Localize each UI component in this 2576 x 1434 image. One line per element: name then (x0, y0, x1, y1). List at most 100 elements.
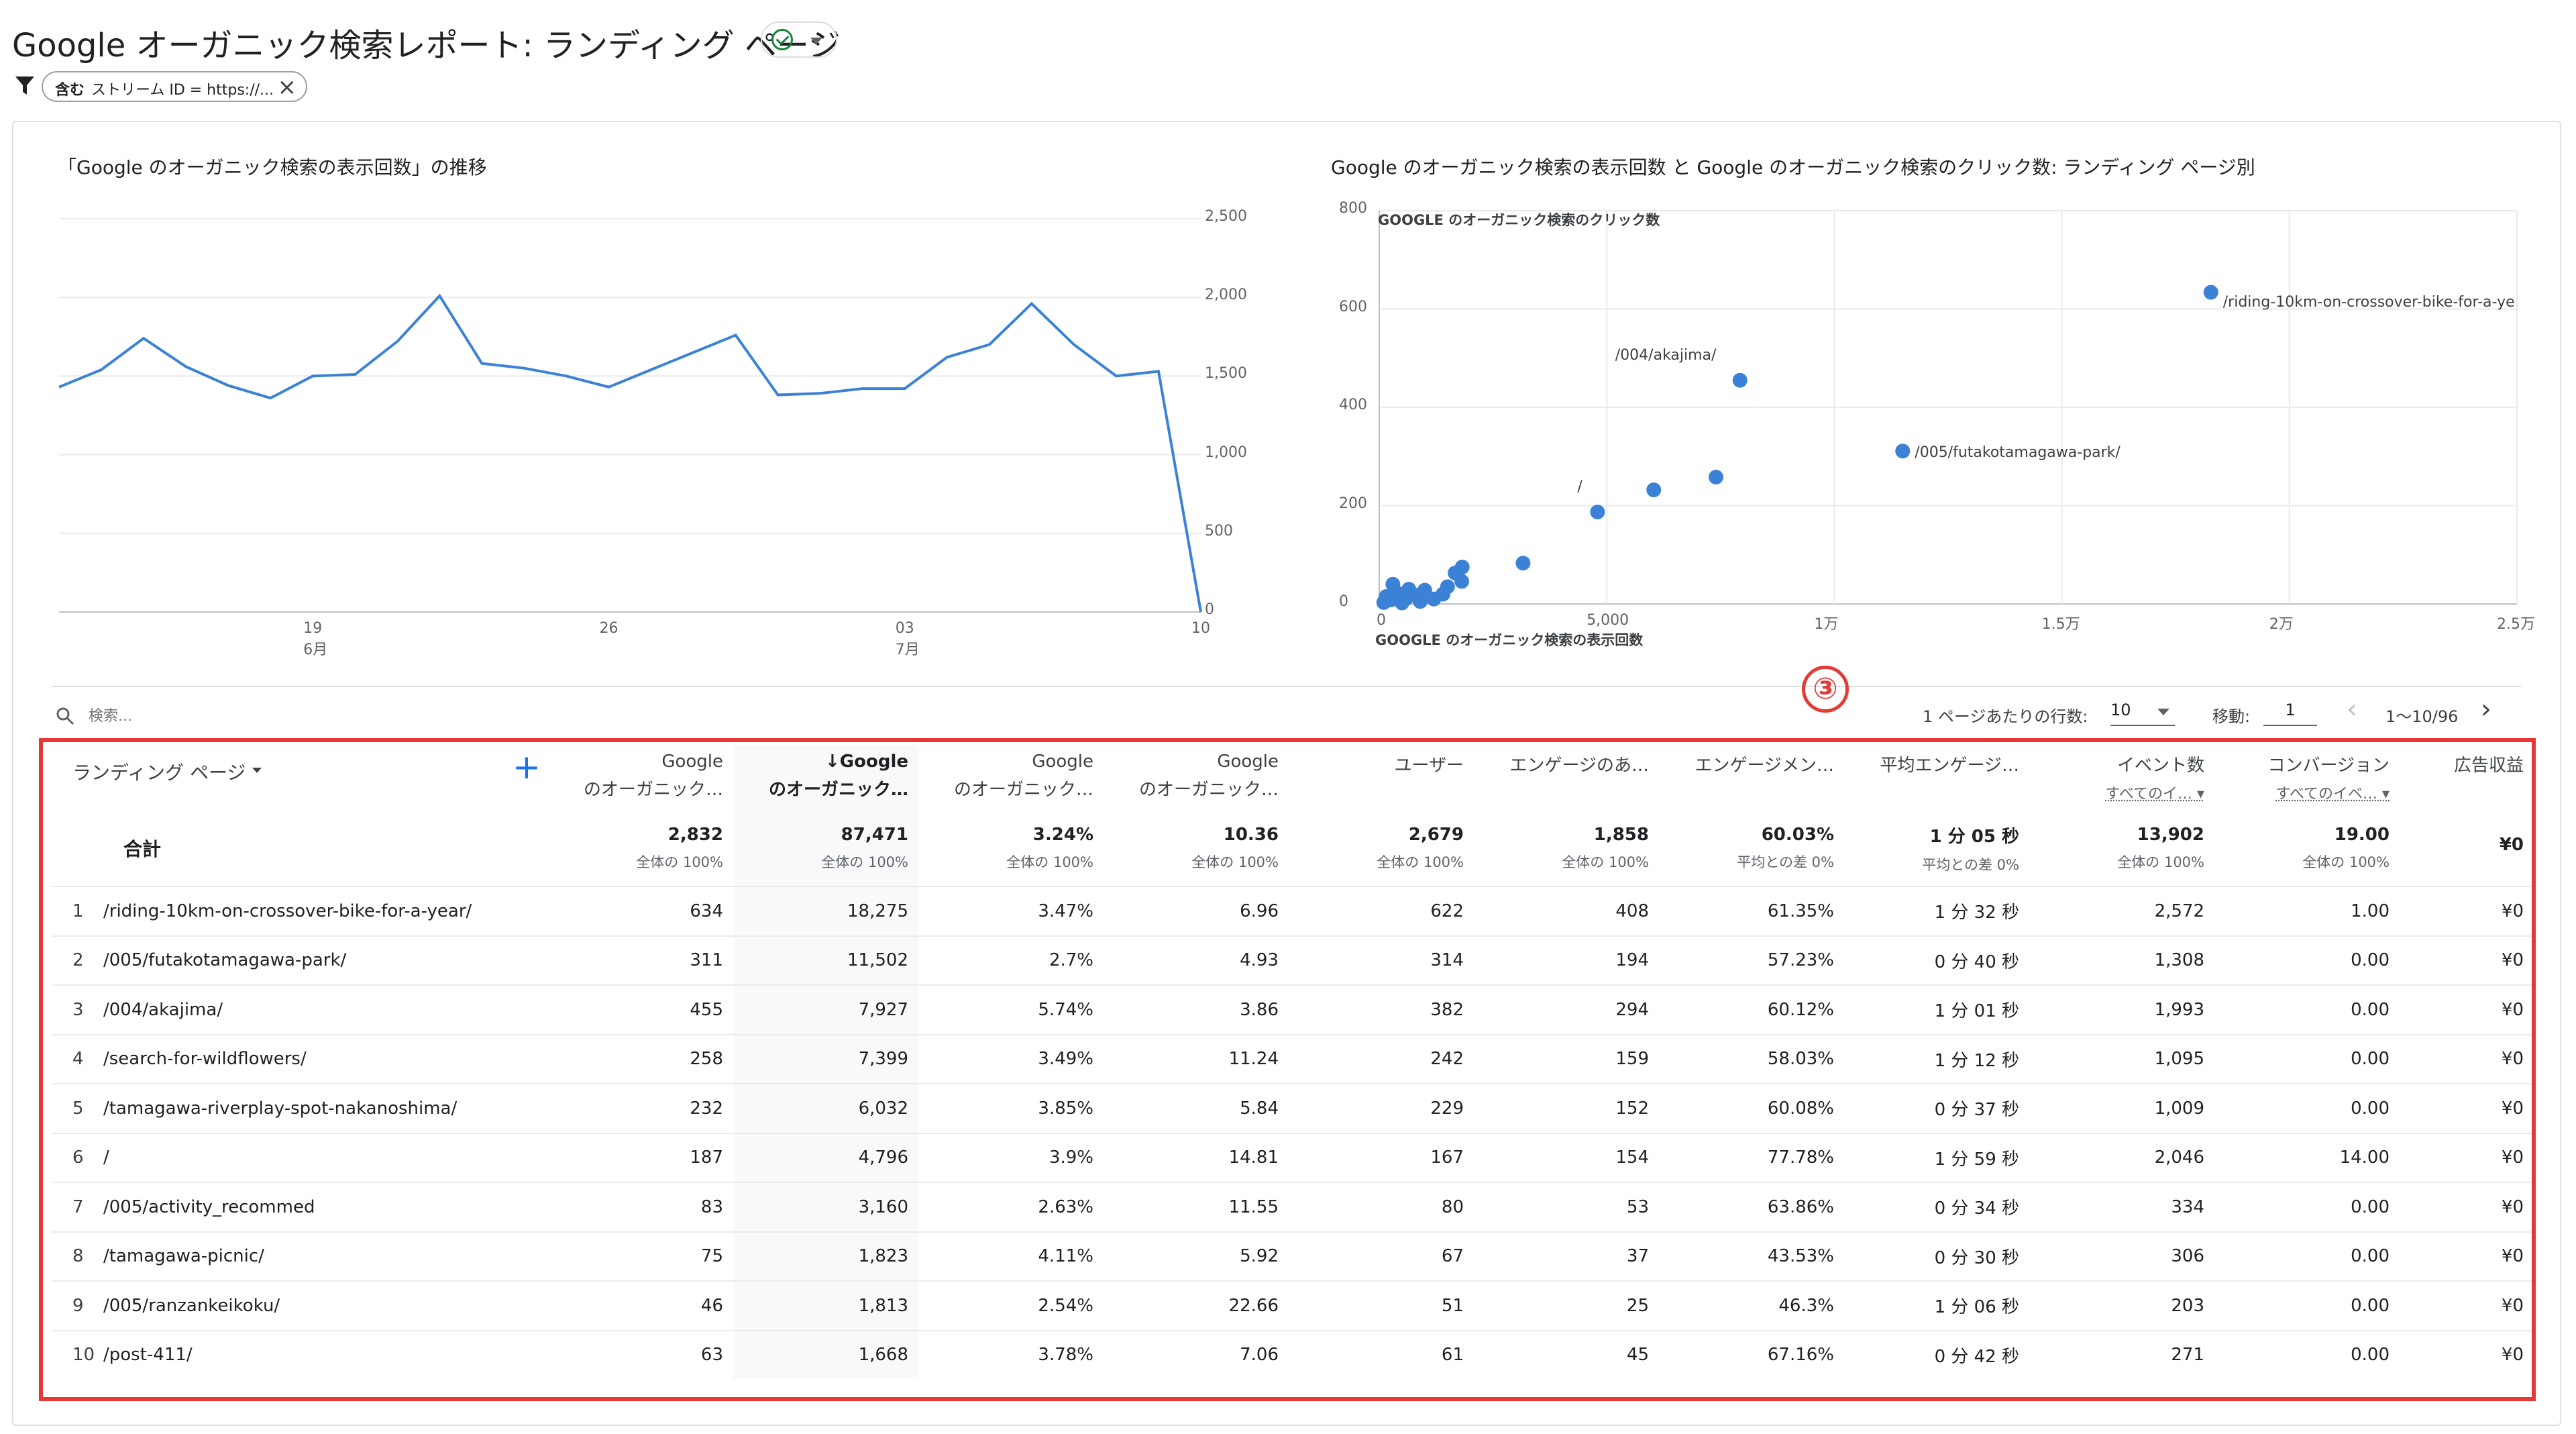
total-cell: 13,902 全体の 100% (2030, 811, 2215, 886)
metric-cell: 1 分 32 秒 (1845, 886, 2030, 936)
total-value: ¥0 (2499, 835, 2524, 855)
total-cell: ¥0 (2400, 811, 2534, 886)
chevron-left-icon[interactable]: ‹ (2347, 694, 2357, 725)
row-dimension-cell[interactable]: 1/riding-10km-on-crossover-bike-for-a-ye… (52, 886, 549, 936)
table-row[interactable]: 3/004/akajima/455 7,927 5.74% 3.86 382 294 60.… (52, 984, 2534, 1035)
metric-cell: ¥0 (2400, 1083, 2534, 1133)
landing-page-path[interactable]: /riding-10km-on-crossover-bike-for-a-yea… (103, 901, 472, 921)
metric-cell: 306 (2030, 1231, 2215, 1281)
metric-cell: 2.7% (919, 935, 1104, 985)
row-index: 9 (72, 1295, 84, 1316)
scatter-point[interactable] (1646, 482, 1662, 498)
scatter-point[interactable] (1515, 556, 1531, 571)
metric-cell: 5.74% (919, 984, 1104, 1035)
row-dimension-cell[interactable]: 2/005/futakotamagawa-park/ (52, 935, 549, 985)
chevron-right-icon[interactable]: › (2481, 694, 2491, 725)
conversion-filter-select[interactable]: すべてのイベ… ▾ (2215, 782, 2400, 803)
total-share: 全体の 100% (1562, 854, 1649, 870)
rows-per-page-select[interactable]: 10 (2110, 701, 2175, 726)
dimension-header-label: ランディング ページ (72, 762, 246, 784)
table-row[interactable]: 8/tamagawa-picnic/75 1,823 4.11% 5.92 67 37 43… (52, 1231, 2534, 1281)
divider (52, 686, 2521, 687)
scatter-point[interactable] (1376, 595, 1391, 610)
column-header[interactable]: Google のオーガニック… (549, 745, 734, 811)
landing-page-path[interactable]: /005/activity_recommed (103, 1197, 315, 1217)
landing-page-path[interactable]: / (103, 1147, 109, 1168)
goto-input[interactable]: 1 (2263, 701, 2317, 726)
table-row[interactable]: 7/005/activity_recommed 83 3,160 2.63% 11.55… (52, 1182, 2534, 1232)
scatter-x-axis-title: GOOGLE のオーガニック検索の表示回数 (1375, 632, 1644, 648)
metric-cell: 0 分 34 秒 (1845, 1182, 2030, 1232)
metric-cell: 0 分 37 秒 (1845, 1083, 2030, 1133)
scatter-point[interactable] (1448, 565, 1463, 580)
event-filter-select[interactable]: すべてのイ… ▾ (2030, 782, 2215, 803)
metric-cell: 3.78% (919, 1329, 1104, 1379)
row-dimension-cell[interactable]: 9/005/ranzankeikoku/ (52, 1280, 549, 1331)
column-header[interactable]: Google のオーガニック… (919, 745, 1104, 811)
add-dimension-icon[interactable]: + (513, 748, 541, 786)
metric-cell: 6,032 (734, 1083, 919, 1133)
landing-page-path[interactable]: /search-for-wildflowers/ (103, 1049, 307, 1069)
row-dimension-cell[interactable]: 8/tamagawa-picnic/ (52, 1231, 549, 1281)
column-header[interactable]: 平均エンゲージ… (1845, 745, 2030, 811)
column-header[interactable]: エンゲージメン… (1660, 745, 1845, 811)
landing-page-path[interactable]: /004/akajima/ (103, 1000, 223, 1020)
metric-cell: 0.00 (2215, 1329, 2400, 1379)
y-tick-label: 0 (1339, 593, 1348, 610)
row-dimension-cell[interactable]: 3/004/akajima/ (52, 984, 549, 1035)
metric-cell: 60.12% (1660, 984, 1845, 1035)
scatter-point[interactable] (1590, 505, 1605, 520)
landing-page-path[interactable]: /005/ranzankeikoku/ (103, 1296, 280, 1316)
table-row[interactable]: 5/tamagawa-riverplay-spot-nakanoshima/23… (52, 1083, 2534, 1133)
total-share: 平均との差 0% (1922, 856, 2019, 873)
landing-page-path[interactable]: /005/futakotamagawa-park/ (103, 950, 346, 970)
table-row[interactable]: 9/005/ranzankeikoku/46 1,813 2.54% 22.66 51 2… (52, 1280, 2534, 1331)
metric-cell: 0.00 (2215, 1033, 2400, 1084)
row-dimension-cell[interactable]: 6/ (52, 1132, 549, 1182)
total-share: 全体の 100% (636, 854, 723, 870)
metric-cell: 314 (1289, 935, 1474, 985)
column-header[interactable]: 広告収益 (2400, 745, 2534, 811)
scatter-point-label: /004/akajima/ (1615, 346, 1717, 364)
landing-page-path[interactable]: /tamagawa-picnic/ (103, 1246, 264, 1266)
table-row[interactable]: 2/005/futakotamagawa-park/311 11,502 2.7% 4… (52, 935, 2534, 985)
metric-cell: 1 分 59 秒 (1845, 1132, 2030, 1182)
metric-cell: 37 (1474, 1231, 1660, 1281)
total-value: 87,471 (841, 825, 908, 845)
metric-cell: 3.49% (919, 1033, 1104, 1084)
row-index: 3 (72, 999, 84, 1020)
column-header[interactable]: イベント数 すべてのイ… ▾ (2030, 745, 2215, 811)
row-index: 4 (72, 1049, 84, 1070)
column-header[interactable]: コンバージョン すべてのイベ… ▾ (2215, 745, 2400, 811)
table-row[interactable]: 1/riding-10km-on-crossover-bike-for-a-ye… (52, 886, 2534, 936)
column-header[interactable]: Google のオーガニック… (1104, 745, 1289, 811)
row-index: 1 (72, 901, 84, 921)
scatter-point[interactable] (2203, 285, 2218, 300)
total-value: 2,832 (667, 825, 723, 845)
scatter-point[interactable] (1708, 470, 1723, 485)
total-share: 全体の 100% (2302, 854, 2390, 870)
row-dimension-cell[interactable]: 10/post-411/ (52, 1329, 549, 1379)
column-header-sorted[interactable]: ↓Google のオーガニック… (734, 745, 919, 811)
metric-cell: ¥0 (2400, 1280, 2534, 1331)
dimension-header[interactable]: ランディング ページ + (52, 745, 549, 811)
row-dimension-cell[interactable]: 7/005/activity_recommed (52, 1182, 549, 1232)
annotation-badge: ③ (1802, 666, 1849, 713)
scatter-point[interactable] (1895, 444, 1911, 459)
row-dimension-cell[interactable]: 5/tamagawa-riverplay-spot-nakanoshima/ (52, 1083, 549, 1133)
landing-page-path[interactable]: /post-411/ (103, 1345, 193, 1365)
table-row[interactable]: 6/187 4,796 3.9% 14.81 167 154 77.78% 1 分 59 秒2… (52, 1132, 2534, 1182)
row-dimension-cell[interactable]: 4/search-for-wildflowers/ (52, 1033, 549, 1084)
scatter-point[interactable] (1732, 372, 1748, 388)
column-header[interactable]: ユーザー (1289, 745, 1474, 811)
metric-cell: 258 (549, 1033, 734, 1084)
landing-page-path[interactable]: /tamagawa-riverplay-spot-nakanoshima/ (103, 1098, 457, 1119)
table-row[interactable]: 10/post-411/63 1,668 3.78% 7.06 61 45 67.16% 0 … (52, 1329, 2534, 1379)
search-input[interactable] (87, 703, 358, 729)
total-cell: 2,679 全体の 100% (1289, 811, 1474, 886)
table-row[interactable]: 4/search-for-wildflowers/258 7,399 3.49% 11… (52, 1033, 2534, 1084)
column-header[interactable]: エンゲージのあ… (1474, 745, 1660, 811)
row-index: 10 (72, 1345, 95, 1366)
metric-cell: 455 (549, 984, 734, 1035)
total-cell: 1,858 全体の 100% (1474, 811, 1660, 886)
